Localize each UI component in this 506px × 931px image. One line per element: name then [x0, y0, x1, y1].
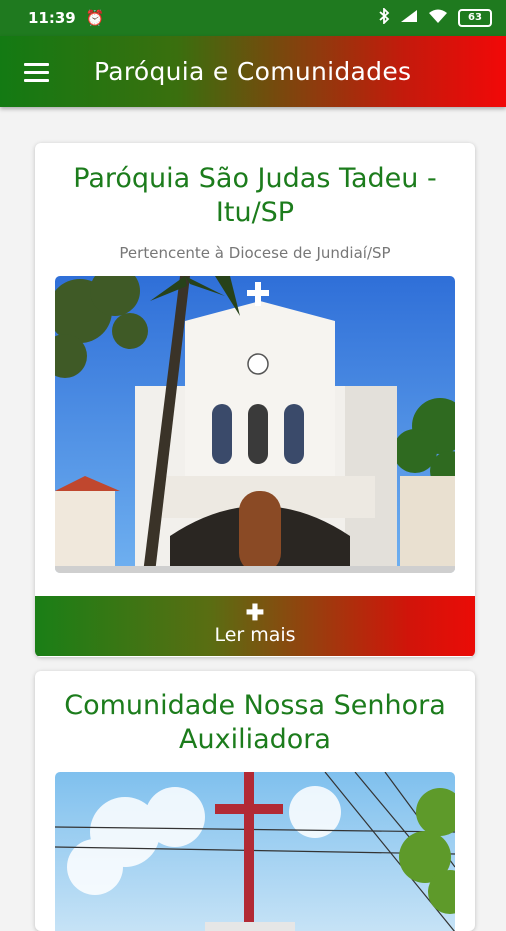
status-bar: 11:39 ⏰ 63: [0, 0, 506, 36]
page-title: Paróquia e Comunidades: [94, 57, 412, 86]
card-title: Comunidade Nossa Senhora Auxiliadora: [64, 690, 446, 755]
wifi-icon: [428, 9, 448, 28]
alarm-clock-icon: ⏰: [85, 9, 105, 27]
hamburger-menu-icon[interactable]: [0, 36, 60, 107]
status-icons: 63: [378, 6, 492, 28]
church-photo: [55, 276, 455, 573]
plus-icon: ✚: [245, 600, 265, 625]
cell-signal-icon: [400, 9, 418, 27]
parish-card: Paróquia São Judas Tadeu - Itu/SP Perten…: [35, 143, 475, 657]
community-card: Comunidade Nossa Senhora Auxiliadora: [35, 671, 475, 931]
read-more-label: Ler mais: [214, 624, 296, 646]
cross-photo: [55, 772, 455, 931]
card-title: Paróquia São Judas Tadeu - Itu/SP: [73, 163, 437, 228]
status-time: 11:39: [28, 9, 76, 27]
battery-indicator: 63: [458, 9, 492, 27]
read-more-button[interactable]: ✚ Ler mais: [35, 596, 475, 656]
bluetooth-icon: [378, 6, 390, 28]
app-bar: Paróquia e Comunidades: [0, 36, 506, 107]
card-subtitle: Pertencente à Diocese de Jundiaí/SP: [119, 244, 391, 262]
